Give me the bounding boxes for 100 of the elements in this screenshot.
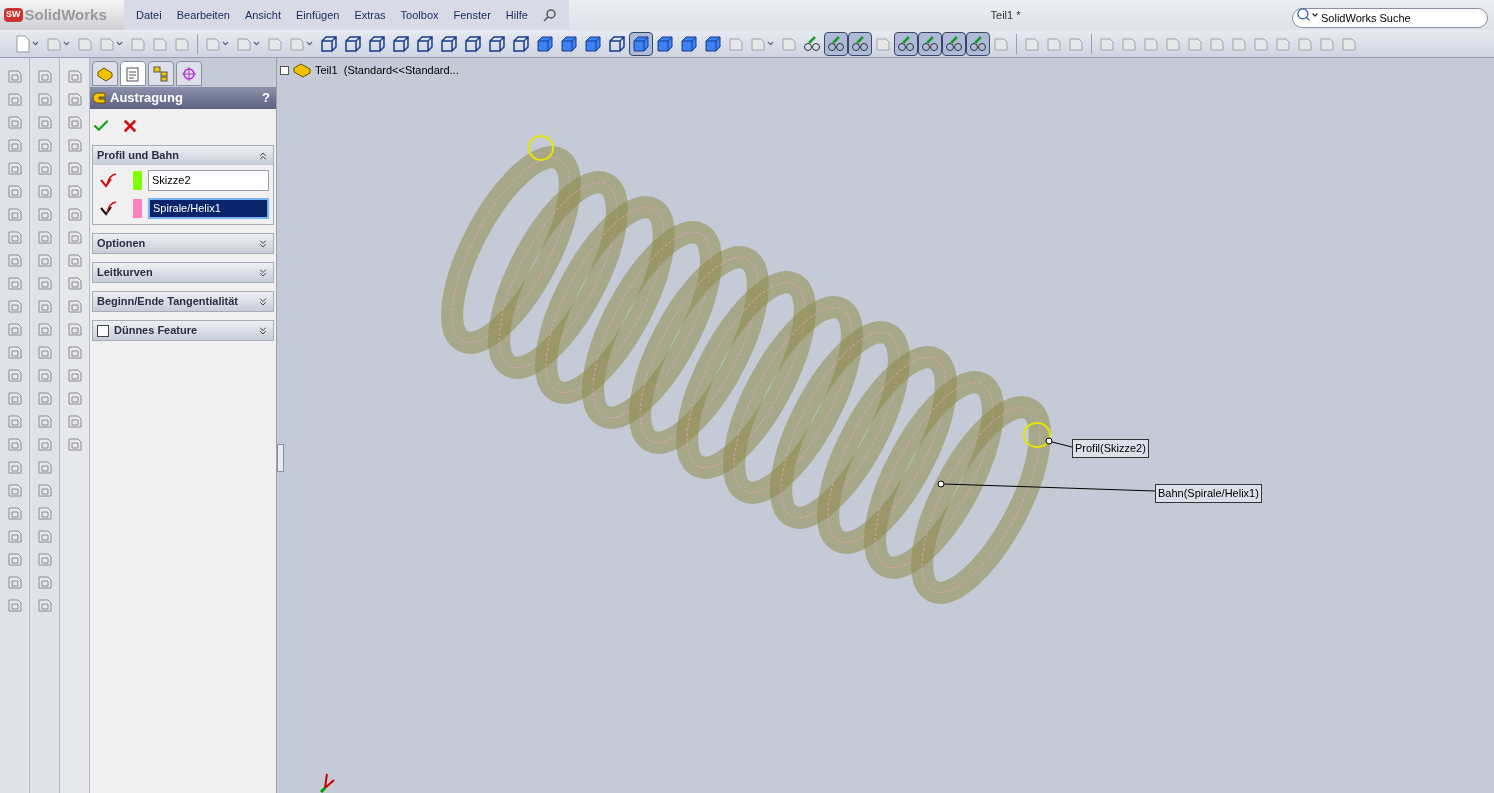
- cube-icon: [608, 34, 626, 53]
- tool-icon: [174, 35, 190, 52]
- cube-icon: [344, 34, 362, 53]
- cube-icon: [584, 34, 602, 53]
- tool-icon: [1231, 35, 1247, 52]
- part-icon: [96, 65, 114, 82]
- section-header[interactable]: Optionen: [93, 234, 273, 253]
- tool-icon: [1297, 35, 1313, 52]
- triad-icon: [319, 773, 335, 793]
- expand-icon[interactable]: [257, 295, 269, 308]
- tool-icon: [1165, 35, 1181, 52]
- section-header[interactable]: Leitkurven: [93, 263, 273, 282]
- tool-icon: [1068, 35, 1084, 52]
- section-header[interactable]: Profil und Bahn: [93, 146, 273, 165]
- panel-title: Austragung: [110, 89, 184, 108]
- cube-icon: [512, 34, 530, 53]
- expand-icon[interactable]: [257, 237, 269, 250]
- tool-icon: [99, 35, 115, 52]
- section-title: Beginn/Ende Tangentialität: [97, 294, 239, 310]
- toolbar-button[interactable]: [894, 31, 918, 56]
- checkbox[interactable]: [97, 324, 109, 337]
- tool-icon: [1209, 35, 1225, 52]
- menu-item[interactable]: Toolbox: [400, 6, 439, 24]
- tool-icon: [1319, 35, 1335, 52]
- leader-line: [1045, 437, 1073, 448]
- search-icon: [1296, 7, 1311, 22]
- tool-icon: [1046, 35, 1062, 52]
- section-title: Optionen: [97, 236, 147, 252]
- toolbar-button[interactable]: [848, 31, 872, 56]
- cube-icon: [368, 34, 386, 53]
- section-header[interactable]: Dünnes Feature: [93, 321, 273, 340]
- callout-label: Bahn(Spirale/Helix1): [1155, 484, 1262, 503]
- sweep-icon: [92, 90, 108, 106]
- menu-item[interactable]: Extras: [354, 6, 386, 24]
- tool-icon: [993, 35, 1009, 52]
- panel-collapse-handle[interactable]: [277, 444, 284, 472]
- caret-icon: [31, 39, 40, 48]
- cube-icon: [632, 34, 650, 53]
- cube-icon: [680, 34, 698, 53]
- expand-icon[interactable]: [257, 266, 269, 279]
- menu-item[interactable]: Ansicht: [244, 6, 281, 24]
- part-icon: [291, 62, 313, 79]
- clipboard-icon: [125, 65, 141, 82]
- help-button[interactable]: ?: [262, 88, 274, 108]
- tool-icon: [205, 35, 221, 52]
- menu-item[interactable]: Fenster: [453, 6, 491, 24]
- toolbar-button[interactable]: [942, 31, 966, 56]
- glasses-icon: [921, 34, 939, 53]
- panel-tab[interactable]: [92, 61, 118, 86]
- caret-icon: [766, 39, 775, 48]
- tool-icon: [1187, 35, 1203, 52]
- tool-icon: [1275, 35, 1291, 52]
- tool-icon: [1024, 35, 1040, 52]
- tool-icon: [267, 35, 283, 52]
- cube-icon: [560, 34, 578, 53]
- caret-icon: [1311, 11, 1319, 19]
- tool-icon: [1121, 35, 1137, 52]
- tool-icon: [46, 35, 62, 52]
- cube-icon: [464, 34, 482, 53]
- tool-icon: [1143, 35, 1159, 52]
- toolbar-button[interactable]: [918, 31, 942, 56]
- close-icon: [121, 117, 139, 135]
- toolbar-button[interactable]: [629, 31, 653, 56]
- pin-icon[interactable]: [542, 8, 557, 22]
- search-field[interactable]: SolidWorks Suche: [1292, 8, 1488, 28]
- section-header[interactable]: Beginn/Ende Tangentialität: [93, 292, 273, 311]
- selection-field[interactable]: Spirale/Helix1: [148, 198, 269, 219]
- tool-icon: [1253, 35, 1269, 52]
- glasses-icon: [827, 34, 845, 53]
- expand-icon[interactable]: [280, 65, 289, 75]
- menu-item[interactable]: Einfügen: [296, 6, 340, 24]
- profile-circle: [528, 135, 554, 161]
- crosshair-icon: [181, 65, 197, 82]
- panel-tab[interactable]: [148, 61, 174, 86]
- selection-field[interactable]: Skizze2: [148, 170, 269, 191]
- cube-icon: [440, 34, 458, 53]
- menu-item[interactable]: Datei: [136, 6, 162, 24]
- logo-badge: SW: [4, 8, 23, 22]
- document-icon: [15, 34, 31, 53]
- profile-circle: [1023, 422, 1051, 448]
- toolbar-button[interactable]: [824, 31, 848, 56]
- menu-item[interactable]: Hilfe: [505, 6, 528, 24]
- expand-icon[interactable]: [257, 324, 269, 337]
- cube-icon: [392, 34, 410, 53]
- panel-tab[interactable]: [120, 61, 146, 86]
- tool-icon: [781, 35, 797, 52]
- tree-item[interactable]: Teil1 (Standard<<Standard...: [315, 62, 459, 79]
- glasses-icon: [945, 34, 963, 53]
- tree-icon: [153, 65, 169, 82]
- toolbar-button[interactable]: [966, 31, 990, 56]
- callout-label: Profil(Skizze2): [1072, 439, 1149, 458]
- glasses-icon: [851, 34, 869, 53]
- menu-item[interactable]: Bearbeiten: [176, 6, 230, 24]
- tool-icon: [728, 35, 744, 52]
- cube-icon: [536, 34, 554, 53]
- window-title: Teil1 *: [990, 7, 1021, 23]
- tool-icon: [236, 35, 252, 52]
- section-title: Dünnes Feature: [114, 323, 199, 339]
- panel-tab[interactable]: [176, 61, 202, 86]
- caret-icon: [305, 39, 314, 48]
